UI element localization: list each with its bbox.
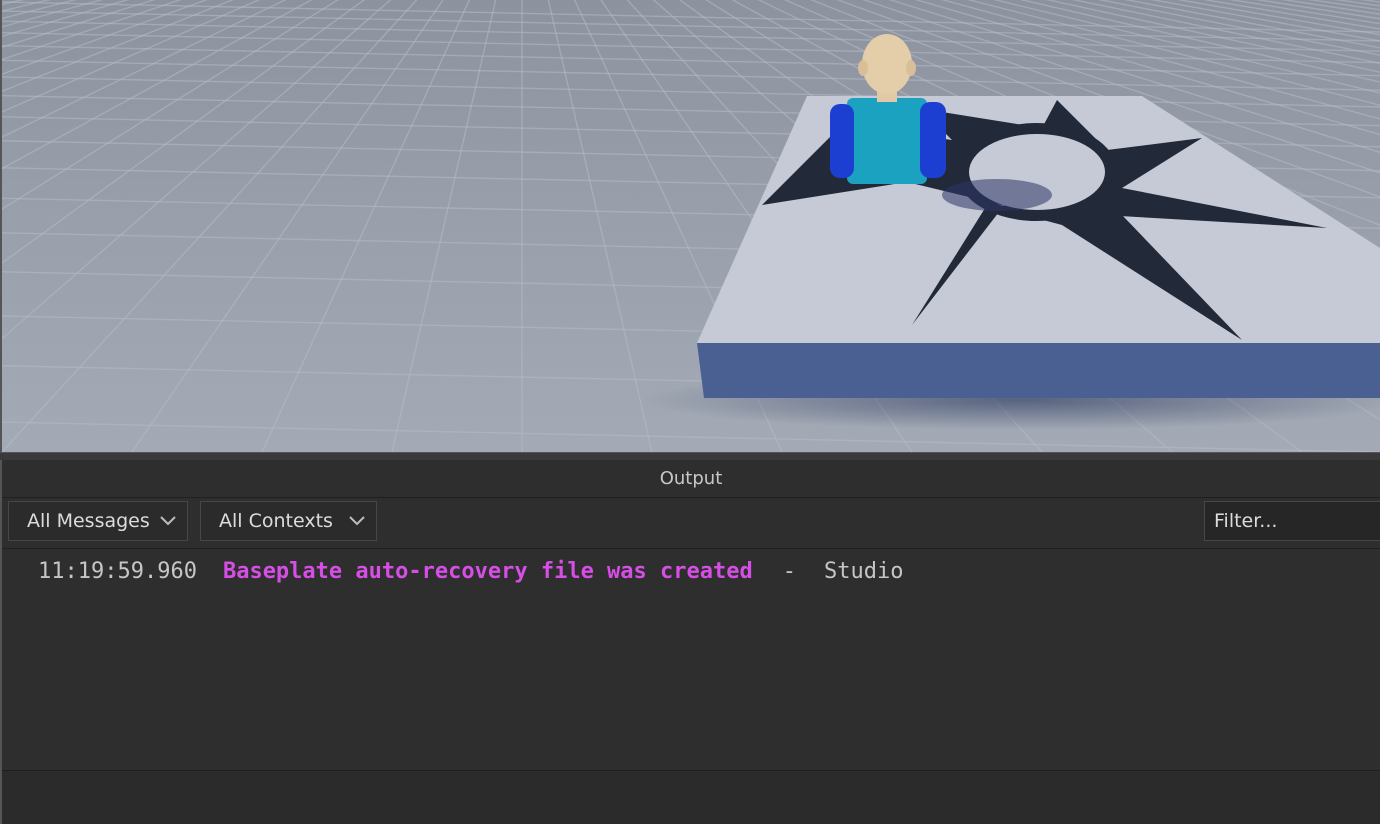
filter-input[interactable] <box>1204 501 1380 541</box>
log-source: Studio <box>824 559 904 584</box>
chevron-down-icon <box>349 516 365 526</box>
panel-splitter[interactable] <box>0 452 1380 460</box>
command-bar[interactable] <box>2 771 1380 824</box>
messages-filter-label: All Messages <box>27 510 150 532</box>
log-message: Baseplate auto-recovery file was created <box>222 559 753 584</box>
contexts-filter-label: All Contexts <box>219 510 333 532</box>
log-entry[interactable]: 11:19:59.960 Baseplate auto-recovery file… <box>38 557 904 587</box>
character-shadow <box>942 179 1052 211</box>
right-arm <box>920 102 946 178</box>
output-toolbar: All Messages All Contexts <box>2 498 1380 549</box>
torso <box>847 98 927 184</box>
log-separator: - <box>782 559 797 584</box>
log-timestamp: 11:19:59.960 <box>38 559 197 584</box>
game-viewport[interactable] <box>0 0 1380 452</box>
left-arm <box>830 104 854 178</box>
panel-title: Output <box>2 460 1380 498</box>
messages-filter-dropdown[interactable]: All Messages <box>8 501 188 541</box>
chevron-down-icon <box>160 516 176 526</box>
log-area[interactable]: 11:19:59.960 Baseplate auto-recovery file… <box>2 549 1380 771</box>
head <box>862 34 912 94</box>
output-panel: Output All Messages All Contexts 11:19:5… <box>0 460 1380 824</box>
contexts-filter-dropdown[interactable]: All Contexts <box>200 501 377 541</box>
scene-3d <box>2 0 1380 452</box>
baseplate-side <box>697 343 1380 398</box>
